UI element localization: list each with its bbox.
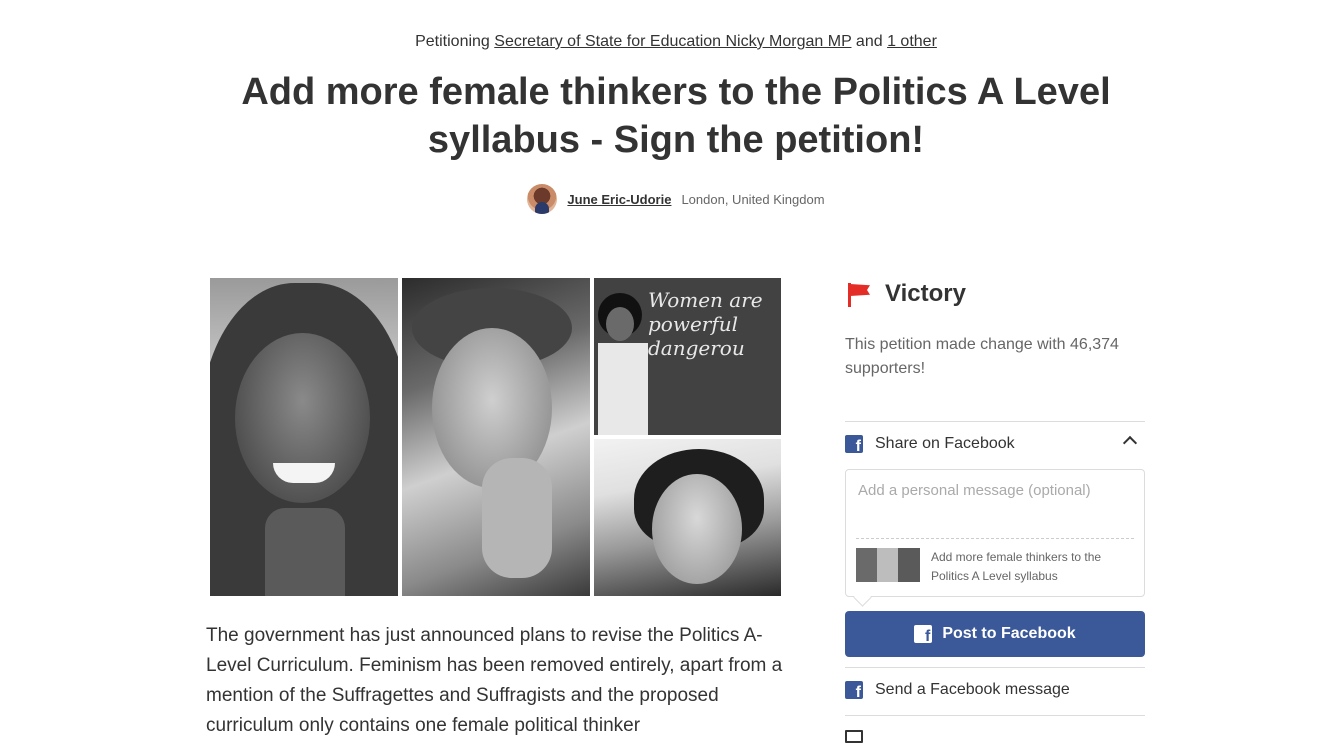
post-button-label: Post to Facebook (942, 625, 1076, 642)
divider (856, 538, 1134, 539)
petition-image: Women are powerful dangerou (206, 275, 784, 599)
share-message-box: Add more female thinkers to the Politics… (845, 469, 1145, 607)
share-thumbnail (856, 548, 920, 582)
send-email-row[interactable] (845, 724, 1145, 748)
divider (845, 715, 1145, 716)
share-facebook-toggle[interactable]: Share on Facebook (845, 432, 1145, 456)
personal-message-input[interactable] (856, 480, 1136, 534)
petitioning-prefix: Petitioning (415, 33, 490, 50)
petition-description: The government has just announced plans … (206, 625, 783, 736)
portrait-photo-2 (402, 278, 590, 596)
author-info: June Eric-Udorie London, United Kingdom (0, 184, 1332, 214)
chalkboard-text: Women are powerful dangerou (648, 288, 763, 360)
divider (845, 421, 1145, 422)
post-to-facebook-button[interactable]: Post to Facebook (845, 611, 1145, 657)
facebook-icon (845, 681, 863, 702)
victory-label: Victory (885, 280, 966, 307)
victory-status: Victory (845, 280, 966, 308)
page-title: Add more female thinkers to the Politics… (241, 71, 1111, 161)
portrait-photo-1 (210, 278, 398, 596)
share-preview-text: Add more female thinkers to the Politics… (931, 550, 1102, 583)
mail-icon (845, 729, 863, 743)
supporters-text: This petition made change with 46,374 su… (845, 336, 1119, 377)
chevron-up-icon[interactable] (1122, 435, 1138, 451)
target-link-other[interactable]: 1 other (887, 33, 937, 50)
author-name-link[interactable]: June Eric-Udorie (567, 192, 671, 207)
send-facebook-message[interactable]: Send a Facebook message (845, 678, 1145, 702)
petition-targets: Petitioning Secretary of State for Educa… (0, 33, 1332, 51)
avatar[interactable] (527, 184, 558, 214)
divider (845, 667, 1145, 668)
flag-icon (845, 281, 871, 307)
portrait-photo-3: Women are powerful dangerou (594, 278, 781, 435)
portrait-photo-4 (594, 439, 781, 596)
targets-conjunction: and (855, 33, 883, 50)
facebook-icon (845, 435, 863, 456)
share-facebook-label: Share on Facebook (875, 435, 1015, 452)
facebook-icon (914, 625, 933, 646)
author-location: London, United Kingdom (681, 191, 825, 207)
target-link-primary[interactable]: Secretary of State for Education Nicky M… (494, 33, 851, 50)
send-message-label: Send a Facebook message (875, 681, 1070, 698)
